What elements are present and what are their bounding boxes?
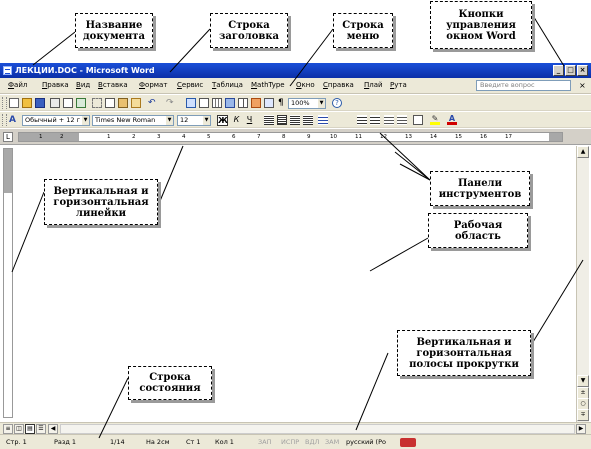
pointer-ruler-horizontal: [159, 145, 184, 202]
callout-status-bar: Строка состояния: [128, 366, 212, 400]
pointer-window-buttons: [531, 13, 565, 67]
pointer-menu-bar: [289, 28, 334, 87]
callout-work-area: Рабочая область: [428, 213, 528, 248]
callout-window-buttons: Кнопки управления окном Word: [430, 1, 532, 49]
callout-rulers: Вертикальная и горизонтальная линейки: [44, 179, 158, 225]
callout-title-bar: Строка заголовка: [210, 13, 288, 48]
callout-toolbars: Панели инструментов: [430, 171, 530, 206]
pointer-toolbar-1: [394, 151, 431, 181]
pointer-status-bar: [98, 377, 129, 439]
pointer-scroll-horizontal: [355, 352, 389, 431]
pointer-title-bar: [169, 28, 211, 73]
pointer-ruler-vertical: [11, 191, 45, 273]
pointer-toolbar-2: [379, 132, 431, 181]
pointer-doc-name: [32, 31, 76, 66]
callout-scrollbars: Вертикальная и горизонтальная полосы про…: [397, 330, 531, 376]
callout-document-name: Название документа: [75, 13, 153, 48]
pointer-work-area: [369, 237, 429, 272]
callout-menu-bar: Строка меню: [333, 13, 393, 48]
pointer-scroll-vertical: [532, 259, 584, 343]
